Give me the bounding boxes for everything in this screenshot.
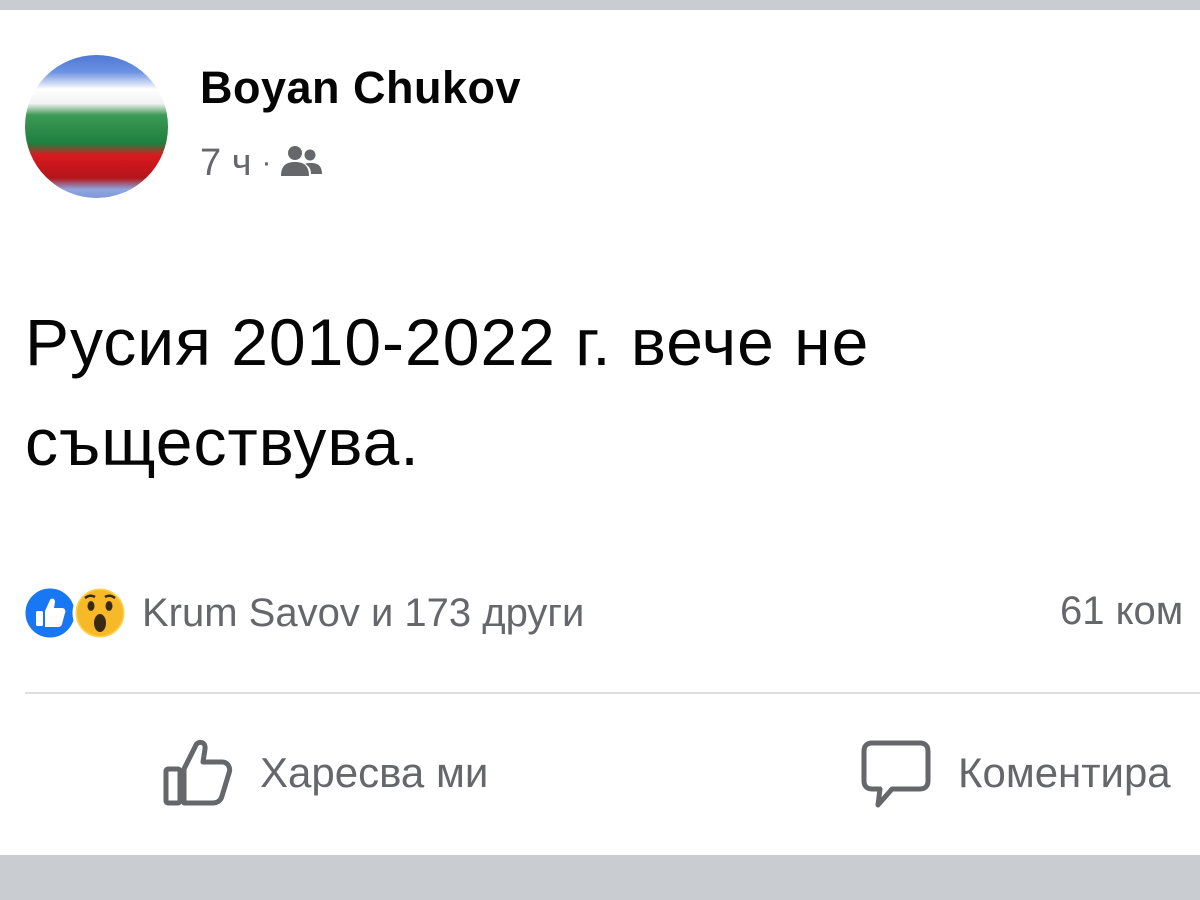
author-name[interactable]: Boyan Chukov — [200, 62, 521, 114]
comment-icon — [861, 740, 931, 807]
post-timestamp[interactable]: 7 ч — [200, 142, 252, 185]
comment-button-label: Коментира — [958, 748, 1171, 796]
like-reaction-icon — [22, 585, 78, 641]
bottom-separator-bar — [0, 855, 1200, 900]
meta-separator: · — [261, 146, 272, 179]
like-button[interactable]: Харесва ми — [160, 735, 488, 810]
reaction-names[interactable]: Krum Savov и 173 други — [142, 591, 584, 636]
reactions-summary[interactable]: Krum Savov и 173 други — [22, 585, 584, 641]
comment-button[interactable]: Коментира — [858, 735, 1171, 810]
actions-divider — [25, 692, 1200, 694]
post-text-line-2: съществува. — [25, 405, 420, 479]
post-text: Русия 2010-2022 г. вече не съществува. — [25, 292, 1175, 492]
post-text-line-1: Русия 2010-2022 г. вече не — [25, 305, 870, 379]
post-meta: 7 ч · — [200, 140, 324, 186]
friends-icon[interactable] — [278, 140, 324, 186]
thumbs-up-icon — [163, 739, 233, 805]
like-button-label: Харесва ми — [260, 748, 489, 796]
top-separator-bar — [0, 0, 1200, 10]
author-avatar[interactable] — [25, 55, 168, 198]
comments-count[interactable]: 61 ком — [1060, 589, 1183, 634]
wow-reaction-icon — [72, 585, 128, 641]
